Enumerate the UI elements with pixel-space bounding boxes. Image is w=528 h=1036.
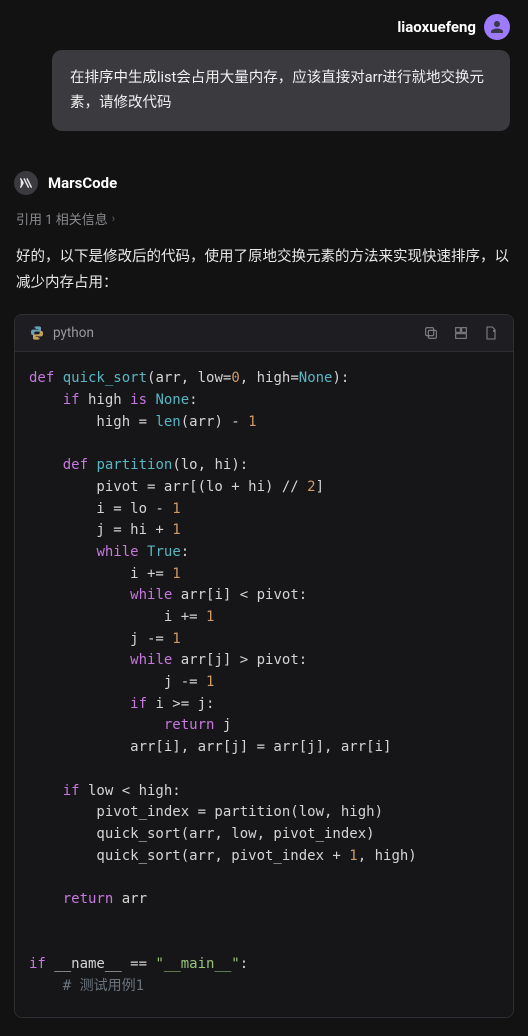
citation-text: 引用 1 相关信息: [16, 209, 108, 228]
assistant-logo: [14, 171, 38, 195]
code-language: python: [29, 325, 94, 341]
citation-link[interactable]: 引用 1 相关信息 ›: [16, 209, 516, 228]
code-block: python def quick_sort(arr, low=0, high=N…: [14, 314, 514, 1018]
code-header: python: [15, 315, 513, 352]
code-language-label: python: [53, 325, 94, 341]
user-message-text: 在排序中生成list会占用大量内存，应该直接对arr进行就地交换元素，请修改代码: [70, 69, 484, 111]
new-file-icon[interactable]: [483, 325, 499, 341]
chevron-right-icon: ›: [112, 212, 115, 225]
assistant-name: MarsCode: [48, 174, 117, 192]
user-header: liaoxuefeng: [12, 0, 516, 50]
user-name: liaoxuefeng: [397, 18, 476, 36]
user-avatar[interactable]: [484, 14, 510, 40]
insert-icon[interactable]: [453, 325, 469, 341]
assistant-reply-text: 好的，以下是修改后的代码，使用了原地交换元素的方法来实现快速排序，以减少内存占用…: [16, 244, 512, 296]
assistant-header: MarsCode: [14, 171, 516, 195]
copy-icon[interactable]: [423, 325, 439, 341]
code-toolbar: [423, 325, 499, 341]
marscode-icon: [19, 176, 33, 190]
python-icon: [29, 325, 45, 341]
code-body[interactable]: def quick_sort(arr, low=0, high=None): i…: [15, 352, 513, 1017]
user-message-bubble: 在排序中生成list会占用大量内存，应该直接对arr进行就地交换元素，请修改代码: [52, 50, 510, 131]
code-content: def quick_sort(arr, low=0, high=None): i…: [29, 368, 499, 997]
person-icon: [488, 18, 506, 36]
